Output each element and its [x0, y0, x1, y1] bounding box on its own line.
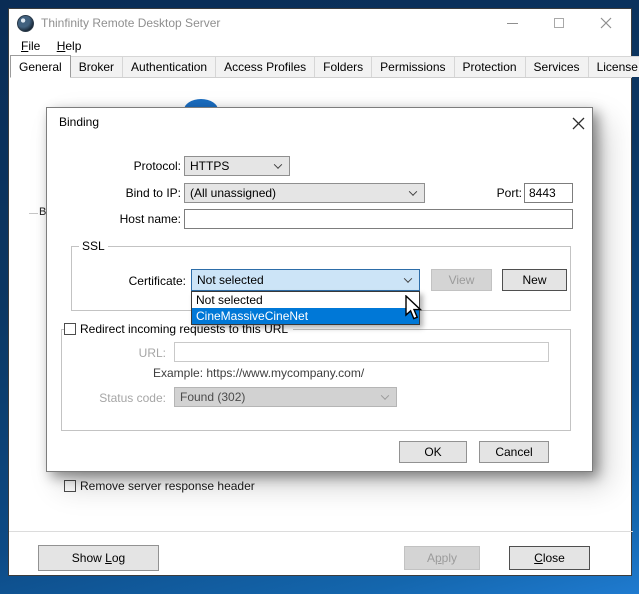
- port-label: Port:: [487, 186, 522, 200]
- app-icon: [17, 15, 34, 32]
- chevron-down-icon: [381, 391, 389, 399]
- tab-license[interactable]: License: [588, 56, 639, 77]
- chevron-down-icon: [274, 160, 282, 168]
- remove-server-response-header-checkbox[interactable]: [64, 480, 76, 492]
- url-label: URL:: [72, 346, 166, 360]
- close-window-button[interactable]: [589, 9, 623, 37]
- minimize-button[interactable]: [495, 9, 529, 37]
- desktop-background: Thinfinity Remote Desktop Server File He…: [0, 0, 639, 594]
- binding-dialog: Binding Protocol: HTTPS Bind to IP: (All…: [46, 107, 593, 472]
- remove-server-response-header-row: Remove server response header: [64, 479, 255, 493]
- menu-item-help[interactable]: Help: [51, 37, 89, 55]
- new-button[interactable]: New: [502, 269, 567, 291]
- host-name-label: Host name:: [87, 212, 181, 226]
- view-button: View: [431, 269, 492, 291]
- footer-separator: [9, 531, 633, 532]
- url-field: [174, 342, 549, 362]
- status-code-label: Status code:: [72, 391, 166, 405]
- bind-to-ip-select[interactable]: (All unassigned): [184, 183, 425, 203]
- host-name-field[interactable]: [184, 209, 573, 229]
- tab-access-profiles[interactable]: Access Profiles: [215, 56, 315, 77]
- close-icon: [572, 117, 585, 130]
- maximize-button[interactable]: [542, 9, 576, 37]
- dialog-close-button[interactable]: [568, 114, 588, 132]
- certificate-select[interactable]: Not selected: [191, 269, 420, 291]
- tab-folders[interactable]: Folders: [314, 56, 372, 77]
- certificate-dropdown-list: Not selected CineMassiveCineNet: [191, 291, 420, 325]
- dropdown-option-cinemassivecinenet[interactable]: CineMassiveCineNet: [192, 308, 419, 324]
- show-log-button[interactable]: Show Log: [38, 545, 159, 571]
- dropdown-option-not-selected[interactable]: Not selected: [192, 292, 419, 308]
- tab-general[interactable]: General: [10, 55, 71, 78]
- minimize-icon: [507, 23, 518, 24]
- chevron-down-icon: [409, 187, 417, 195]
- mouse-cursor-icon: [404, 295, 423, 322]
- redirect-checkbox[interactable]: [64, 323, 76, 335]
- menu-item-file[interactable]: File: [15, 37, 47, 55]
- dialog-title: Binding: [59, 115, 99, 129]
- tab-services[interactable]: Services: [525, 56, 589, 77]
- background-groupbox-line-fragment: [29, 213, 38, 214]
- tab-broker[interactable]: Broker: [70, 56, 123, 77]
- close-button[interactable]: Close: [509, 546, 590, 570]
- cancel-button[interactable]: Cancel: [479, 441, 549, 463]
- protocol-select[interactable]: HTTPS: [184, 156, 290, 176]
- tab-authentication[interactable]: Authentication: [122, 56, 216, 77]
- tab-protection[interactable]: Protection: [454, 56, 526, 77]
- apply-button: Apply: [404, 546, 480, 570]
- ssl-group-label: SSL: [79, 239, 108, 253]
- bind-to-ip-label: Bind to IP:: [87, 186, 181, 200]
- tab-permissions[interactable]: Permissions: [371, 56, 454, 77]
- certificate-label: Certificate:: [92, 274, 186, 288]
- protocol-label: Protocol:: [87, 159, 181, 173]
- menu-bar: File Help: [9, 37, 631, 57]
- window-title: Thinfinity Remote Desktop Server: [41, 16, 220, 30]
- close-icon: [600, 17, 612, 29]
- example-text: Example: https://www.mycompany.com/: [153, 366, 364, 380]
- port-field[interactable]: [524, 183, 573, 203]
- ok-button[interactable]: OK: [399, 441, 467, 463]
- title-bar: Thinfinity Remote Desktop Server: [9, 9, 631, 37]
- tab-strip: General Broker Authentication Access Pro…: [10, 57, 632, 78]
- remove-server-response-header-label: Remove server response header: [80, 479, 255, 493]
- status-code-select: Found (302): [174, 387, 397, 407]
- chevron-down-icon: [404, 274, 412, 282]
- maximize-icon: [554, 18, 564, 28]
